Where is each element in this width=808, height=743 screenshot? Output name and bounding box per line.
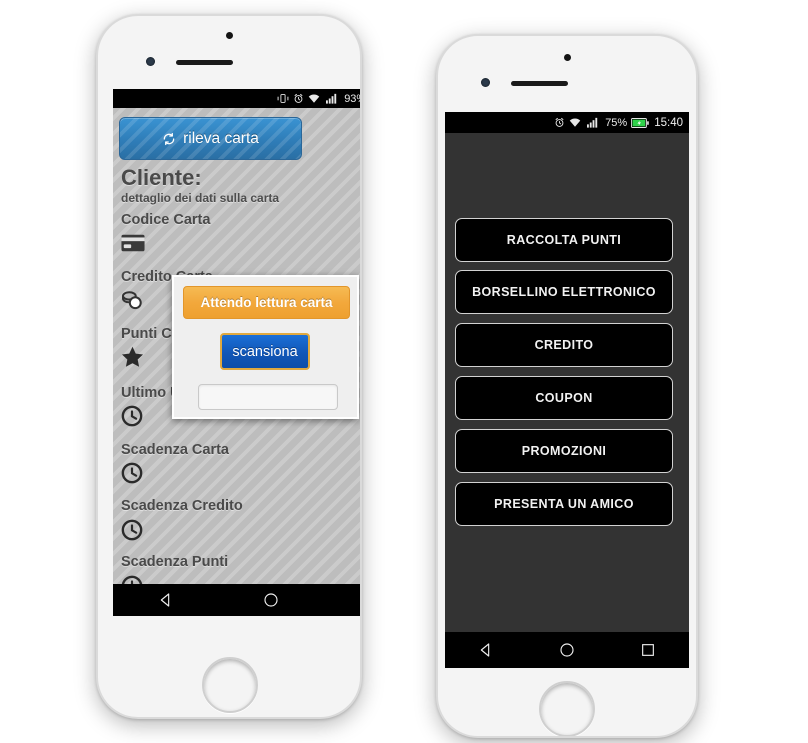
- proximity-sensor-icon: [481, 78, 490, 87]
- right-status-time: 15:40: [654, 116, 683, 129]
- recents-icon[interactable]: [640, 642, 656, 658]
- left-home-button[interactable]: [202, 657, 258, 713]
- right-status-bar: 75% 15:40: [445, 112, 689, 133]
- field-label-scadenza-credito: Scadenza Credito: [121, 498, 243, 514]
- proximity-sensor-icon: [146, 57, 155, 66]
- field-label-scadenza-carta: Scadenza Carta: [121, 442, 229, 458]
- left-phone-inner: 93% 14:51: [98, 16, 360, 717]
- alarm-icon: [554, 117, 565, 128]
- rileva-carta-button[interactable]: rileva carta: [119, 117, 302, 160]
- front-camera-icon: [225, 32, 233, 39]
- right-home-button[interactable]: [539, 681, 595, 736]
- signal-icon: [587, 117, 600, 128]
- right-nav-bar: [445, 632, 689, 668]
- left-status-icons: 93%: [277, 93, 360, 105]
- battery-charging-icon: [631, 117, 649, 128]
- rileva-carta-label: rileva carta: [183, 129, 259, 147]
- right-status-icons: 75%: [554, 117, 649, 129]
- right-phone-frame: 75% 15:40 RACCOLTA PUNTI BORSELLINO ELET…: [436, 34, 698, 738]
- menu-button-label: BORSELLINO ELETTRONICO: [472, 285, 656, 299]
- credit-card-icon: [121, 234, 145, 252]
- left-battery-percent: 93%: [344, 92, 360, 105]
- signal-icon: [326, 93, 339, 104]
- home-icon[interactable]: [263, 592, 279, 608]
- menu-button-raccolta-punti[interactable]: RACCOLTA PUNTI: [455, 218, 673, 262]
- scansiona-label: scansiona: [232, 343, 298, 360]
- menu-button-coupon[interactable]: COUPON: [455, 376, 673, 420]
- card-read-dialog: Attendo lettura carta scansiona: [172, 275, 359, 419]
- wifi-icon: [308, 93, 320, 104]
- page-title: Cliente:: [121, 165, 202, 190]
- right-phone-inner: 75% 15:40 RACCOLTA PUNTI BORSELLINO ELET…: [438, 36, 696, 736]
- scansiona-button[interactable]: scansiona: [220, 333, 310, 370]
- earpiece-speaker: [176, 60, 233, 65]
- dialog-title: Attendo lettura carta: [183, 286, 350, 319]
- clock-icon: [121, 519, 143, 541]
- coins-icon: [121, 290, 145, 310]
- field-label-scadenza-punti: Scadenza Punti: [121, 554, 229, 570]
- clock-icon: [121, 462, 143, 484]
- left-phone-screen: 93% 14:51: [113, 89, 360, 616]
- wifi-icon: [569, 117, 581, 128]
- back-icon[interactable]: [158, 592, 174, 608]
- earpiece-speaker: [511, 81, 568, 86]
- left-nav-bar: [113, 584, 360, 616]
- menu-button-label: CREDITO: [534, 338, 594, 352]
- home-icon[interactable]: [559, 642, 575, 658]
- menu-button-label: PROMOZIONI: [521, 444, 607, 458]
- refresh-icon: [162, 132, 176, 146]
- front-camera-icon: [563, 54, 571, 61]
- clock-icon: [121, 405, 143, 427]
- menu-button-promozioni[interactable]: PROMOZIONI: [455, 429, 673, 473]
- right-phone-screen: 75% 15:40 RACCOLTA PUNTI BORSELLINO ELET…: [445, 112, 689, 668]
- back-icon[interactable]: [478, 642, 494, 658]
- right-battery-percent: 75%: [605, 116, 628, 129]
- menu-button-presenta-un-amico[interactable]: PRESENTA UN AMICO: [455, 482, 673, 526]
- left-content-area: rileva carta POS Cliente: dettaglio dei …: [113, 108, 360, 597]
- menu-button-label: COUPON: [535, 391, 593, 405]
- vibrate-icon: [277, 93, 289, 104]
- page-subtitle: dettaglio dei dati sulla carta: [121, 191, 280, 205]
- field-label-punti-carta: Punti Ca: [121, 326, 180, 342]
- menu-button-borsellino-elettronico[interactable]: BORSELLINO ELETTRONICO: [455, 270, 673, 314]
- left-status-bar: 93% 14:51: [113, 89, 360, 108]
- left-phone-frame: 93% 14:51: [96, 14, 362, 719]
- star-icon: [121, 346, 144, 368]
- field-label-codice-carta: Codice Carta: [121, 212, 211, 228]
- menu-button-label: RACCOLTA PUNTI: [506, 233, 622, 247]
- alarm-icon: [293, 93, 304, 104]
- menu-button-credito[interactable]: CREDITO: [455, 323, 673, 367]
- card-code-input[interactable]: [198, 384, 338, 410]
- menu-button-label: PRESENTA UN AMICO: [494, 497, 634, 511]
